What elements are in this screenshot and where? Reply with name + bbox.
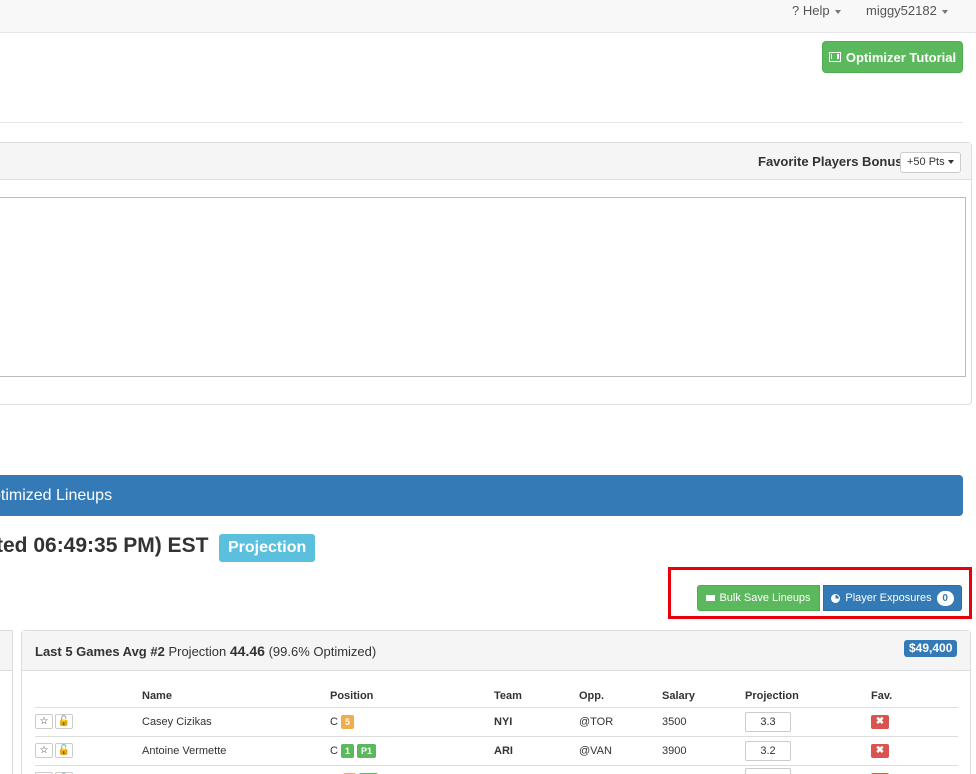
user-menu[interactable]: miggy52182 [866, 1, 948, 21]
column-header: Fav. [871, 686, 958, 708]
lineup-panel: Last 5 Games Avg #2 Projection 44.46 (99… [21, 630, 971, 774]
player-name: Antoine Vermette [142, 744, 227, 757]
optimizer-tutorial-button[interactable]: Optimizer Tutorial [822, 41, 963, 73]
chevron-down-icon [834, 9, 841, 14]
divider [0, 122, 963, 123]
remove-icon[interactable]: ✖ [871, 714, 889, 729]
player-exposures-label: Player Exposures [845, 592, 932, 604]
row-actions: ☆🔓 [35, 735, 142, 765]
bulk-save-label: Bulk Save Lineups [719, 592, 811, 604]
opponent: @VAN [579, 744, 612, 757]
projection-input[interactable]: 3.2 [745, 740, 791, 761]
opp-cell: @VAN [579, 735, 662, 765]
team-cell: ARI [494, 735, 579, 765]
opp-cell: @COY [579, 764, 662, 774]
column-header-actions [35, 686, 142, 708]
optimized-lineups-header: ptimized Lineups [0, 475, 963, 516]
row-actions: ☆🔓 [35, 764, 142, 774]
star-icon[interactable]: ☆ [35, 743, 53, 758]
bulk-save-lineups-button[interactable]: Bulk Save Lineups [697, 585, 820, 611]
player-position: C [330, 715, 338, 728]
bonus-points-dropdown[interactable]: +50 Pts [900, 152, 961, 173]
position-badge: P1 [356, 743, 376, 758]
projection-label-badge: Projection [219, 534, 316, 562]
chevron-down-icon [941, 9, 948, 14]
position-badge: 5 [340, 714, 354, 729]
table-row: ☆🔓Ellis ErdosW3P1NSH@COY3000 ✖ [35, 764, 958, 774]
column-header: Projection [745, 686, 871, 708]
salary: 3900 [662, 744, 687, 757]
lineup-table: Name Position Team Opp. Salary Projectio… [35, 686, 958, 774]
favorite-players-header: Favorite Players Bonus +50 Pts [0, 143, 971, 180]
exposures-count-badge: 0 [936, 590, 954, 606]
bonus-points-value: +50 Pts [907, 156, 945, 168]
lineup-panel-header: Last 5 Games Avg #2 Projection 44.46 (99… [22, 631, 970, 671]
team-abbr: NYI [494, 715, 513, 728]
help-menu[interactable]: ? Help [792, 1, 841, 21]
projection-cell: 3.2 [745, 735, 871, 765]
column-header: Position [330, 686, 494, 708]
table-row: ☆ 🔓 Antoine Vermette C 1 P1 ARI @VAN 3900 3.2 ✖ [35, 735, 958, 765]
lineup-salary-badge: $49,400 [904, 640, 958, 657]
projection-cell: 3.3 [745, 706, 871, 736]
lineup-optimized-percent: (99.6% Optimized) [268, 644, 377, 659]
film-icon [828, 52, 841, 62]
previous-lineup-panel-edge [0, 630, 13, 774]
optimized-lineups-title: ptimized Lineups [0, 487, 113, 504]
updated-timestamp-title: ted 06:49:35 PM) EST [0, 534, 209, 557]
chevron-down-icon [947, 160, 954, 165]
player-position: C [330, 744, 338, 757]
help-label: ? Help [792, 3, 830, 18]
optimizer-tutorial-label: Optimizer Tutorial [845, 49, 957, 65]
fav-cell: ✖ [871, 735, 958, 765]
position-badge: 1 [340, 743, 354, 758]
player-name: Casey Cizikas [142, 715, 212, 728]
lock-icon[interactable]: 🔓 [55, 743, 73, 758]
name-cell: Ellis Erdos [142, 764, 330, 774]
team-cell: NSH [494, 764, 579, 774]
salary-cell: 3500 [662, 706, 745, 736]
pie-chart-icon [831, 593, 841, 603]
fav-cell: ✖ [871, 764, 958, 774]
table-row: ☆ 🔓 Casey Cizikas C 5 NYI @TOR 3500 3.3 ✖ [35, 706, 958, 736]
lineup-projection-value: 44.46 [229, 643, 265, 659]
column-header: Opp. [579, 686, 662, 708]
username-label: miggy52182 [866, 3, 937, 18]
lock-icon[interactable]: 🔓 [55, 714, 73, 729]
salary-cell: 3000 [662, 764, 745, 774]
name-cell: Antoine Vermette [142, 735, 330, 765]
salary: 3500 [662, 715, 687, 728]
column-header: Name [142, 686, 330, 708]
position-cell: C 1 P1 [330, 735, 494, 765]
position-cell: W3P1 [330, 764, 494, 774]
projection-cell [745, 764, 871, 774]
fav-cell: ✖ [871, 706, 958, 736]
opp-cell: @TOR [579, 706, 662, 736]
row-actions: ☆🔓 [35, 706, 142, 736]
salary-cell: 3900 [662, 735, 745, 765]
team-cell: NYI [494, 706, 579, 736]
column-header: Team [494, 686, 579, 708]
favorite-players-bonus-label: Favorite Players Bonus [758, 154, 903, 169]
projection-input[interactable]: 3.3 [745, 711, 791, 732]
favorite-players-textarea[interactable] [0, 197, 966, 377]
lineup-title: Last 5 Games Avg #2 [35, 644, 165, 659]
lineup-summary: Last 5 Games Avg #2 Projection 44.46 (99… [35, 643, 376, 659]
position-cell: C5 [330, 706, 494, 736]
table-header-row: Name Position Team Opp. Salary Projectio… [35, 686, 958, 708]
truck-icon [706, 595, 716, 601]
lineup-projection-label: Projection [168, 644, 227, 659]
star-icon[interactable]: ☆ [35, 714, 53, 729]
remove-icon[interactable]: ✖ [871, 743, 889, 758]
opponent: @TOR [579, 715, 614, 728]
player-exposures-button[interactable]: Player Exposures 0 [823, 585, 962, 611]
top-navbar: ? Help miggy52182 [0, 0, 976, 33]
projection-input[interactable] [745, 768, 791, 774]
name-cell: Casey Cizikas [142, 706, 330, 736]
team-abbr: ARI [494, 744, 513, 757]
column-header: Salary [662, 686, 745, 708]
